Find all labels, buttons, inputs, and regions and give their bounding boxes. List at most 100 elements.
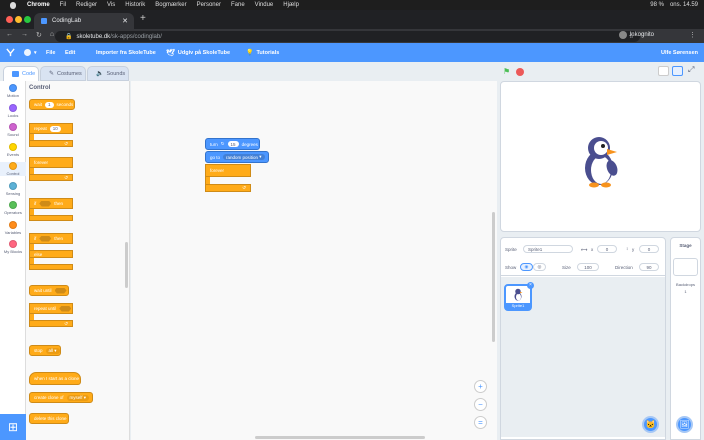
sprite-name-field[interactable]: Sprite1 (523, 245, 573, 253)
address-bar[interactable]: 🔒 skoletube.dk /sk-apps/codinglab/ ☆ (55, 31, 640, 42)
category-dot-icon (9, 201, 17, 209)
app-logo[interactable] (6, 43, 15, 62)
menu-item-fil[interactable]: Fil (60, 2, 66, 8)
block-repeat-bottom: ↺ (29, 140, 73, 147)
close-window-button[interactable] (6, 16, 13, 23)
block-wait[interactable]: wait 1 seconds (29, 99, 75, 110)
zoom-reset-button[interactable]: = (474, 416, 487, 429)
language-menu[interactable]: ▾ (24, 43, 37, 62)
forward-icon[interactable]: → (21, 31, 28, 39)
condition-slot-2[interactable] (39, 235, 52, 242)
hide-eye-icon[interactable]: ◎ (533, 263, 546, 271)
category-control[interactable]: Control (0, 162, 26, 176)
incognito-indicator[interactable]: Inkognito (618, 31, 654, 39)
large-stage-button[interactable] (672, 66, 683, 76)
apple-icon[interactable] (10, 1, 16, 9)
condition-slot[interactable] (39, 200, 52, 207)
block-repeat-input[interactable]: 10 (49, 125, 61, 132)
category-variables[interactable]: Variables (0, 220, 26, 235)
category-looks[interactable]: Looks (0, 103, 26, 118)
size-field[interactable]: 100 (577, 263, 599, 271)
y-field[interactable]: 0 (639, 245, 659, 253)
user-menu[interactable]: Ulfe Sørensen (661, 43, 698, 62)
script-goto-dropdown[interactable]: random position ▾ (223, 154, 265, 160)
stage-selector-title: Stage (679, 243, 692, 248)
green-flag-icon[interactable]: ⚑ (503, 68, 511, 76)
block-else-label: else (34, 251, 43, 257)
penguin-sprite[interactable] (579, 134, 623, 190)
menu-item-fane[interactable]: Fane (231, 2, 245, 8)
category-sound[interactable]: Sound (0, 123, 26, 137)
back-icon[interactable]: ← (6, 31, 13, 39)
script-block-goto[interactable]: go to random position ▾ (205, 151, 269, 163)
small-stage-button[interactable] (658, 66, 669, 76)
category-operators[interactable]: Operators (0, 201, 26, 215)
edit-menu[interactable]: Edit (65, 43, 75, 62)
reload-icon[interactable]: ↻ (36, 31, 42, 39)
menu-item-personer[interactable]: Personer (197, 2, 221, 8)
menu-item-vindue[interactable]: Vindue (255, 2, 274, 8)
zoom-out-button[interactable]: − (474, 398, 487, 411)
condition-slot-3[interactable] (54, 287, 67, 294)
category-events[interactable]: Events (0, 142, 26, 157)
home-icon[interactable]: ⌂ (50, 31, 54, 39)
script-block-turn[interactable]: turn ↻ 15 degrees (205, 138, 260, 150)
category-label: Motion (6, 93, 19, 98)
block-stop-dropdown[interactable]: all ▾ (45, 347, 60, 354)
choose-sprite-button[interactable]: 🐱 (642, 416, 659, 433)
block-create-clone[interactable]: create clone of myself ▾ (29, 392, 93, 403)
add-extension-button[interactable]: ⊞ (0, 414, 26, 440)
stage-thumbnail[interactable] (673, 258, 698, 276)
menu-item-hjaelp[interactable]: Hjælp (283, 2, 299, 8)
block-stop[interactable]: stop all ▾ (29, 345, 61, 356)
x-field[interactable]: 0 (597, 245, 617, 253)
menu-item-bogmaerker[interactable]: Bogmærker (155, 2, 186, 8)
direction-field[interactable]: 90 (639, 263, 659, 271)
browser-menu-icon[interactable]: ⋮ (689, 31, 696, 39)
incognito-icon (618, 31, 627, 39)
workspace-vscrollbar[interactable] (492, 212, 495, 342)
stop-icon[interactable] (516, 68, 524, 76)
menu-item-historik[interactable]: Historik (125, 2, 145, 8)
tab-costumes[interactable]: ✎ Costumes (40, 66, 86, 81)
tab-code[interactable]: Code (3, 66, 39, 81)
workspace-hscrollbar[interactable] (255, 436, 425, 439)
stage-canvas[interactable] (500, 81, 701, 232)
tutorials-button[interactable]: 💡 Tutorials (246, 43, 279, 62)
menu-item-vis[interactable]: Vis (107, 2, 115, 8)
palette-scrollbar[interactable] (125, 242, 128, 288)
sprite-thumbnail[interactable]: Sprite1 × (504, 282, 534, 311)
tab-sounds[interactable]: 🔈 Sounds (87, 66, 129, 81)
menu-app[interactable]: Chrome (27, 2, 50, 8)
stage-selector[interactable]: Stage Backdrops 1 (670, 237, 701, 440)
maximize-window-button[interactable] (24, 16, 31, 23)
fullscreen-icon[interactable]: ⤢ (688, 65, 699, 75)
upload-skoletube-button[interactable]: 🕊 Udgiv på SkoleTube (166, 43, 230, 62)
close-tab-icon[interactable]: ✕ (122, 17, 128, 25)
script-workspace[interactable] (131, 81, 497, 440)
zoom-in-button[interactable]: + (474, 380, 487, 393)
battery-status[interactable]: 98 % (650, 2, 664, 8)
block-ifelse-top: if then (29, 233, 73, 244)
show-visible-eye-icon[interactable]: ◉ (520, 263, 533, 271)
menu-item-rediger[interactable]: Rediger (76, 2, 97, 8)
minimize-window-button[interactable] (15, 16, 22, 23)
clock[interactable]: ons. 14.59 (670, 2, 698, 8)
choose-backdrop-button[interactable]: 🖼 (676, 416, 693, 433)
delete-sprite-icon[interactable]: × (527, 282, 534, 289)
block-create-clone-dropdown[interactable]: myself ▾ (66, 394, 90, 401)
import-skoletube-button[interactable]: Importer fra SkoleTube (96, 43, 156, 62)
new-tab-icon[interactable]: + (140, 13, 146, 24)
block-wait-input[interactable]: 1 (45, 101, 54, 108)
condition-slot-4[interactable] (59, 305, 72, 312)
category-sensing[interactable]: Sensing (0, 181, 26, 196)
category-label: Control (6, 171, 20, 176)
browser-tab[interactable]: CodingLab ✕ (34, 13, 134, 29)
file-menu[interactable]: File (46, 43, 55, 62)
category-motion[interactable]: Motion (0, 84, 26, 98)
block-delete-clone[interactable]: delete this clone (29, 413, 69, 424)
category-my-blocks[interactable]: My Blocks (0, 240, 26, 254)
block-wait-until[interactable]: wait until (29, 285, 69, 296)
script-turn-input[interactable]: 15 (227, 141, 239, 147)
block-when-clone[interactable]: when I start as a clone (29, 372, 81, 385)
